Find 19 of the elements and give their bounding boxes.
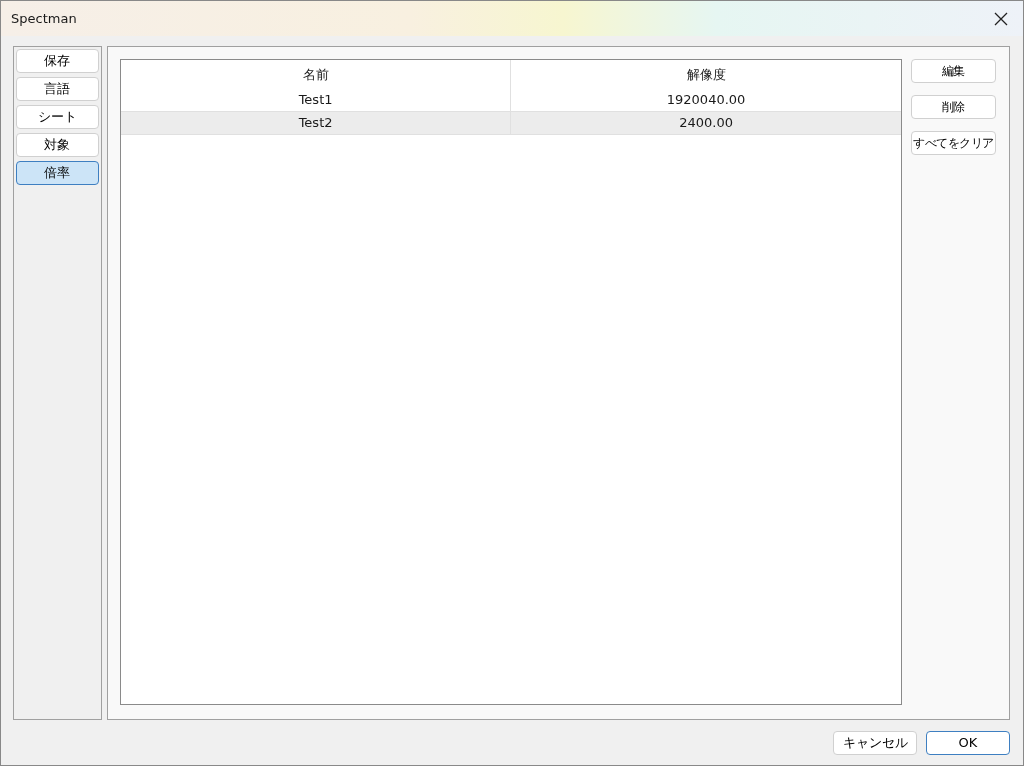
column-header: 解像度 — [685, 65, 727, 84]
sidebar-tab[interactable]: 対象 — [16, 133, 99, 158]
table-cell-text: 2400.00 — [679, 114, 733, 133]
column-header: 名前 — [120, 60, 512, 90]
sidebar-tab[interactable]: 言語 — [16, 77, 99, 102]
cancel-button[interactable]: キャンセル — [833, 730, 917, 755]
sidebar-tab[interactable]: シート — [16, 105, 99, 130]
table-row[interactable]: Test2 2400.00 — [120, 112, 901, 136]
action-button[interactable]: 編集 — [910, 59, 996, 84]
close-icon — [994, 11, 1008, 26]
action-button[interactable]: すべてをクリア — [910, 131, 996, 156]
window-title: Spectman — [11, 9, 77, 28]
ok-button[interactable]: OK — [926, 730, 1010, 755]
table-cell-text: Test1 — [298, 91, 333, 110]
action-button[interactable]: 削除 — [910, 95, 996, 120]
table-cell-text: Test2 — [298, 114, 333, 133]
table-cell-text: 1920040.00 — [666, 91, 746, 110]
sidebar-tab[interactable]: 倍率 — [16, 161, 99, 186]
sidebar-tab[interactable]: 保存 — [16, 49, 99, 74]
